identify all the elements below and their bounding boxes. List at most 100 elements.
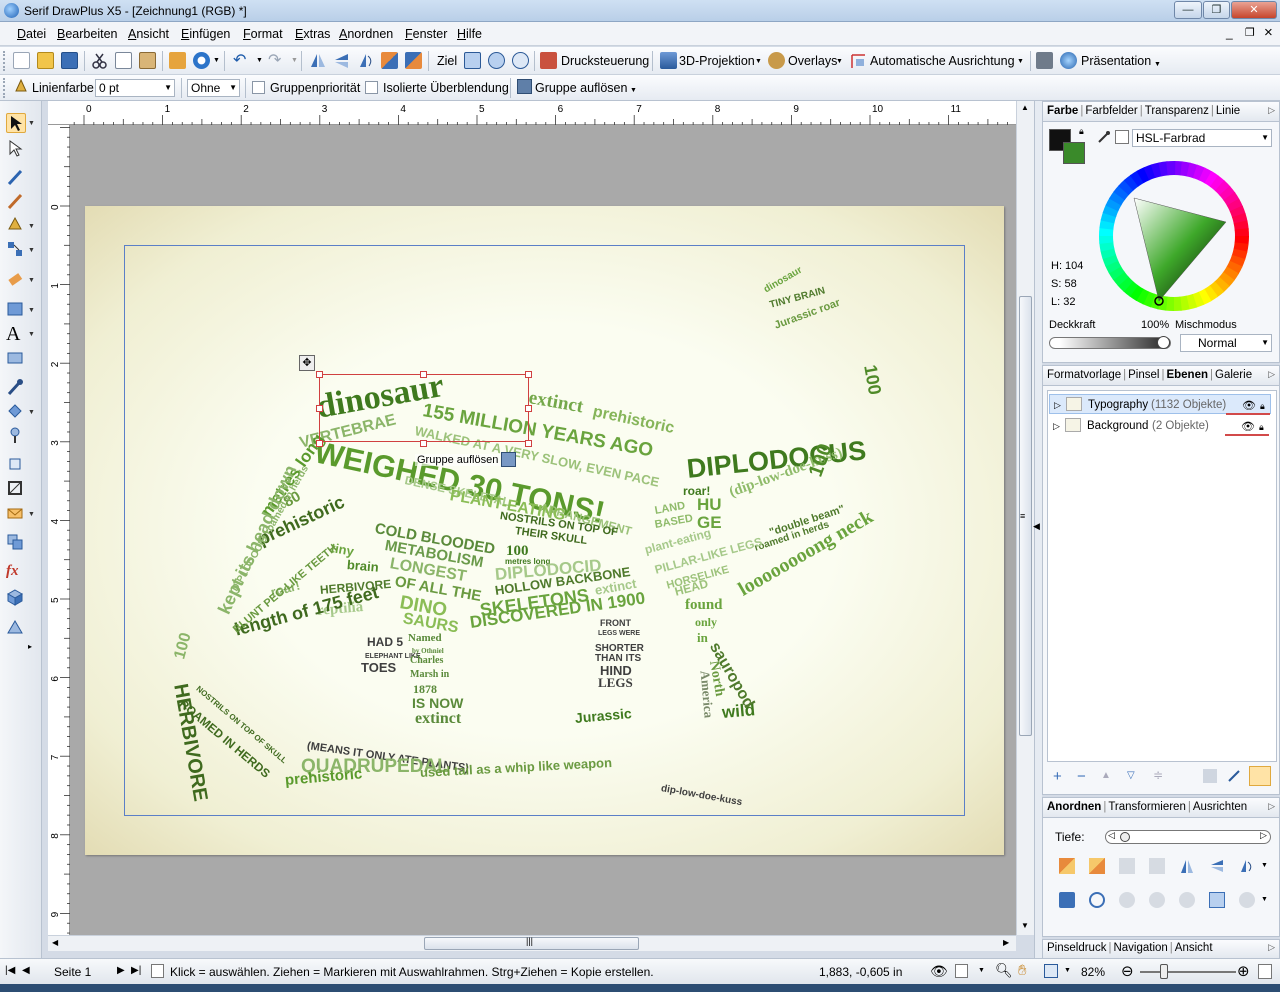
artwork-word[interactable]: HAD 5	[367, 636, 403, 648]
selection-handle[interactable]	[525, 371, 532, 378]
menu-bearbeiten[interactable]: Bearbeiten	[57, 27, 117, 41]
line-style-combo[interactable]: Ohne ▼	[187, 79, 240, 97]
chevron-down-icon[interactable]: ▼	[28, 223, 35, 230]
node-tool-icon[interactable]	[6, 139, 26, 159]
previous-page-icon[interactable]: ◀	[22, 965, 30, 976]
page-view-icon[interactable]	[955, 964, 968, 978]
line-width-combo[interactable]: 0 pt ▼	[95, 79, 175, 97]
page-indicator[interactable]: Seite 1	[54, 965, 91, 979]
toolbar-overflow-icon[interactable]: ▼	[630, 87, 637, 94]
merge-layer-icon[interactable]: ≑	[1153, 768, 1163, 782]
envelope-tool-icon[interactable]	[6, 504, 26, 524]
copy-icon[interactable]	[115, 52, 132, 69]
fill-tool-icon[interactable]	[6, 402, 26, 422]
artwork-word[interactable]: extinct	[415, 711, 461, 727]
color-mode-combo[interactable]: HSL-Farbrad ▼	[1132, 129, 1272, 147]
zoom-out-icon[interactable]: ⊖	[1121, 962, 1134, 980]
ungroup-icon[interactable]	[517, 79, 532, 94]
color-wheel-segment[interactable]	[1099, 234, 1114, 244]
artwork-word[interactable]: LEGS WERE	[598, 630, 640, 637]
scroll-left-icon[interactable]: ◀	[52, 938, 58, 947]
artwork-word[interactable]: Jurassic	[574, 705, 632, 726]
depth-right-icon[interactable]: ▷	[1260, 830, 1267, 841]
menu-ansicht[interactable]: Ansicht	[128, 27, 169, 41]
bring-to-front-icon[interactable]	[1059, 858, 1075, 874]
chevron-down-icon[interactable]: ▼	[291, 57, 298, 64]
selection-handle[interactable]	[525, 440, 532, 447]
drawing-canvas[interactable]: dinosaur extinct prehistoric 155 MILLION YE…	[70, 125, 1016, 935]
drucksteuerung-button[interactable]: Drucksteuerung	[561, 54, 649, 68]
tab-galerie[interactable]: Galerie	[1215, 369, 1252, 381]
artwork-word[interactable]: only	[695, 616, 717, 628]
chevron-down-icon[interactable]: ▼	[28, 307, 35, 314]
zoom-to-page-icon[interactable]	[1044, 964, 1058, 978]
flip-vertical-icon[interactable]	[333, 52, 350, 69]
artwork-word[interactable]: dinosaur	[762, 265, 804, 296]
artwork-word[interactable]: Named	[408, 633, 442, 644]
mdi-restore-button[interactable]: ❐	[1245, 26, 1255, 39]
color-picker-icon[interactable]	[6, 378, 26, 398]
page[interactable]: dinosaur extinct prehistoric 155 MILLION YE…	[85, 206, 1004, 855]
layer-row-typography[interactable]: ▷ Typography (1132 Objekte) 👁︎ 🔒︎	[1049, 394, 1271, 415]
selection-handle[interactable]	[420, 371, 427, 378]
chevron-down-icon[interactable]: ▼	[755, 58, 762, 65]
rotate-crop-icon[interactable]	[6, 479, 26, 499]
chevron-down-icon[interactable]: ▼	[1261, 335, 1269, 351]
automatische-ausrichtung-button[interactable]: Automatische Ausrichtung	[870, 54, 1015, 68]
layer-row-background[interactable]: ▷ Background (2 Objekte) 👁︎ 🔒︎	[1049, 416, 1271, 436]
ungroup-button-icon[interactable]	[501, 452, 516, 467]
zoom-slider-thumb[interactable]	[1160, 964, 1168, 979]
tab-linie[interactable]: Linie	[1216, 105, 1240, 117]
subtract-shapes-icon[interactable]	[512, 52, 529, 69]
menu-extras[interactable]: Extras	[295, 27, 330, 41]
tab-transformieren[interactable]: Transformieren	[1108, 801, 1186, 813]
view-mode-icon[interactable]: 👁︎	[930, 963, 948, 980]
chevron-down-icon[interactable]: ▼	[1017, 58, 1024, 65]
menu-fenster[interactable]: Fenster	[405, 27, 447, 41]
app-icon[interactable]	[4, 3, 19, 18]
artwork-word[interactable]: prehistoric	[284, 765, 363, 789]
zoom-slider[interactable]	[1140, 971, 1236, 973]
chevron-down-icon[interactable]: ▼	[978, 967, 985, 974]
artwork-word[interactable]: America	[698, 670, 717, 719]
dimension-tool-icon[interactable]	[6, 618, 26, 638]
chevron-down-icon[interactable]: ▼	[1261, 130, 1269, 146]
pointer-tool-icon[interactable]	[6, 113, 26, 133]
connector-tool-icon[interactable]	[6, 240, 26, 260]
bring-forward-icon[interactable]	[1089, 858, 1105, 874]
crop-icon[interactable]	[6, 455, 26, 475]
subtract-disabled-icon[interactable]	[1239, 892, 1255, 908]
layer-options-icon[interactable]	[1249, 766, 1271, 786]
horizontal-ruler[interactable]: 0 1 2 3 4 5 6 7 8 9 10 11	[48, 101, 1016, 125]
shape-tool-icon[interactable]	[6, 300, 26, 320]
scroll-up-icon[interactable]: ▲	[1021, 103, 1029, 112]
toolbox-overflow-icon[interactable]: ▸	[28, 642, 32, 651]
zoom-in-icon[interactable]: ⊕	[1237, 962, 1250, 980]
selection-handle[interactable]	[316, 405, 323, 412]
depth-slider-thumb[interactable]	[1120, 832, 1130, 842]
move-layer-up-icon[interactable]: ▲	[1101, 770, 1111, 781]
bring-forward-icon[interactable]	[381, 52, 398, 69]
toolbar-grip-icon[interactable]	[3, 51, 6, 71]
zoom-tool-icon[interactable]: 🔍︎	[995, 962, 1013, 979]
toolbar-overflow-icon[interactable]: ▼	[1154, 61, 1161, 68]
chevron-down-icon[interactable]: ▼	[28, 120, 35, 127]
edit-all-layers-icon[interactable]	[1227, 769, 1241, 783]
menu-datei[interactable]: Datei	[17, 27, 46, 41]
scroll-down-icon[interactable]: ▼	[1021, 921, 1029, 930]
tab-transparenz[interactable]: Transparenz	[1145, 105, 1209, 117]
chevron-down-icon[interactable]: ▼	[1064, 967, 1071, 974]
selection-handle[interactable]	[420, 440, 427, 447]
collapse-icon[interactable]: ◀	[1033, 521, 1040, 532]
restore-button[interactable]: ❐	[1203, 1, 1230, 19]
menu-einfuegen[interactable]: Einfügen	[181, 27, 230, 41]
new-document-icon[interactable]	[13, 52, 30, 69]
add-shapes-icon[interactable]	[488, 52, 505, 69]
tab-farbfelder[interactable]: Farbfelder	[1085, 105, 1137, 117]
add-shapes-icon[interactable]	[1209, 892, 1225, 908]
chevron-down-icon[interactable]: ▼	[28, 277, 35, 284]
color-wheel-segment[interactable]	[1172, 296, 1182, 311]
tab-ansicht[interactable]: Ansicht	[1175, 942, 1213, 954]
dinosaur-typography-artwork[interactable]: dinosaur extinct prehistoric 155 MILLION YE…	[85, 206, 1004, 855]
overlays-button[interactable]: Overlays	[788, 54, 837, 68]
